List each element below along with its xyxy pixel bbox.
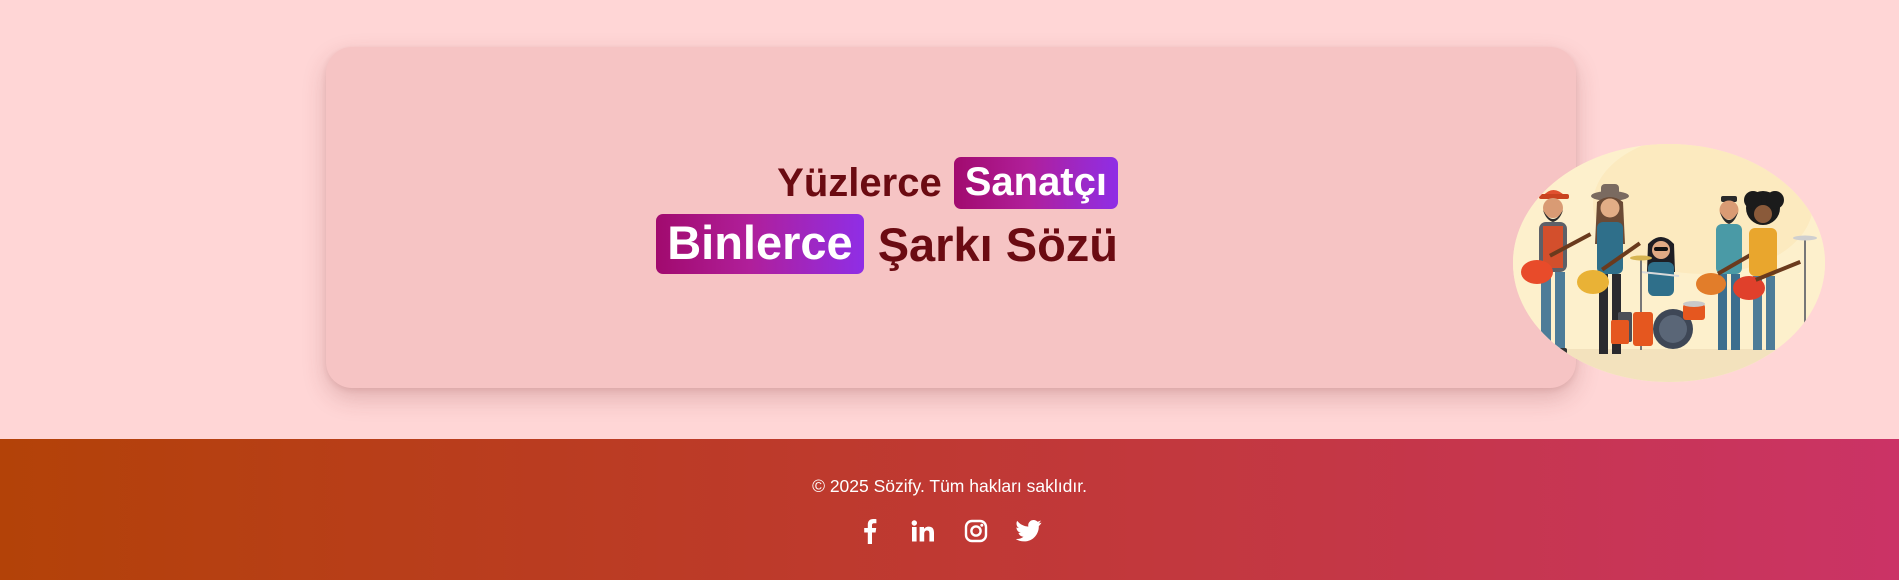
headline-artists-highlight: Sanatçı (953, 157, 1118, 209)
site-footer: © 2025 Sözify. Tüm hakları saklıdır. (0, 439, 1899, 580)
linkedin-icon (911, 520, 934, 542)
hero-card: Yüzlerce Sanatçı Binlerce Şarkı Sözü (326, 47, 1825, 388)
headline-line-2: Binlerce Şarkı Sözü (656, 213, 1118, 275)
twitter-icon (1016, 520, 1042, 542)
headline-line-1: Yüzlerce Sanatçı (656, 157, 1118, 209)
twitter-link[interactable] (1013, 515, 1045, 547)
headline-lyrics-text: Şarkı Sözü (877, 217, 1118, 271)
linkedin-link[interactable] (907, 515, 939, 547)
headline-lyrics-highlight: Binlerce (656, 213, 864, 275)
band-illustration (1513, 144, 1825, 382)
hero-headline: Yüzlerce Sanatçı Binlerce Şarkı Sözü (656, 157, 1118, 275)
copyright-text: © 2025 Sözify. Tüm hakları saklıdır. (812, 476, 1087, 496)
instagram-icon (964, 519, 988, 543)
social-links (0, 515, 1899, 547)
headline-artists-text: Yüzlerce (777, 160, 942, 205)
facebook-link[interactable] (854, 515, 886, 547)
instagram-link[interactable] (960, 515, 992, 547)
facebook-icon (864, 519, 877, 544)
